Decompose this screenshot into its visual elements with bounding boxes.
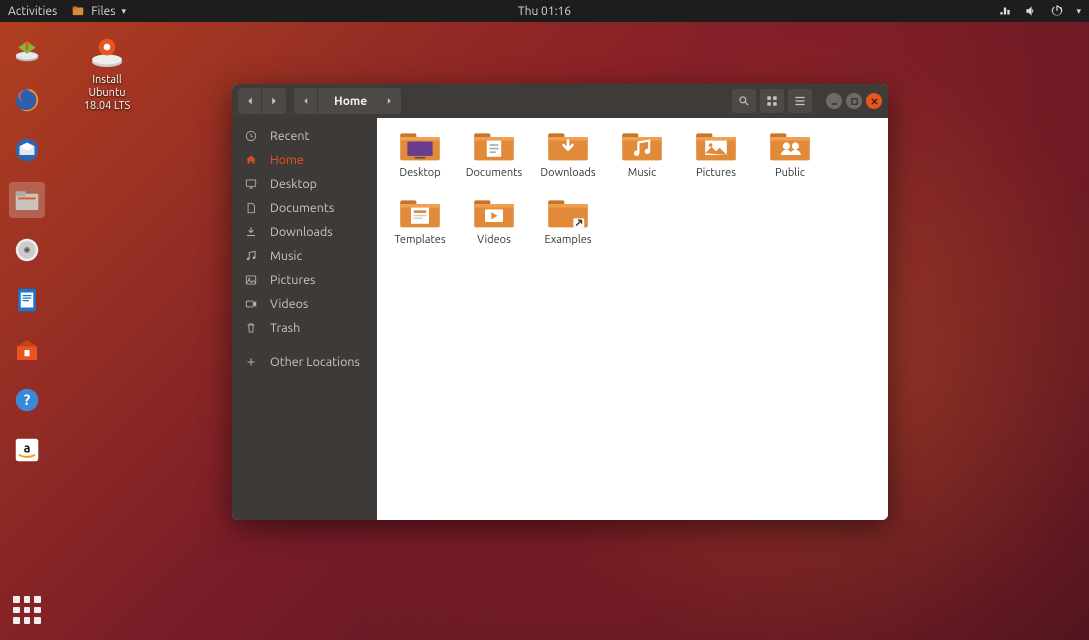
folder-content-pane[interactable]: Desktop Documents Downloads Music Pictures Pu… (377, 118, 888, 520)
hamburger-menu-button[interactable] (788, 89, 812, 113)
svg-text:a: a (24, 442, 31, 456)
desktop-icon-install-ubuntu[interactable]: Install Ubuntu 18.04 LTS (76, 32, 138, 114)
folder-downloads[interactable]: Downloads (541, 128, 595, 179)
dock-writer-icon[interactable] (9, 282, 45, 318)
folder-icon (398, 195, 442, 231)
sidebar-item-music[interactable]: Music (232, 244, 377, 268)
video-icon (244, 297, 258, 311)
activities-button[interactable]: Activities (8, 5, 57, 18)
doc-icon (244, 201, 258, 215)
folder-icon (546, 128, 590, 164)
folder-icon (620, 128, 664, 164)
sidebar-item-desktop[interactable]: Desktop (232, 172, 377, 196)
window-titlebar[interactable]: Home (232, 84, 888, 118)
top-bar: Activities Files ▾ Thu 01:16 ▾ (0, 0, 1089, 22)
sidebar-item-home[interactable]: Home (232, 148, 377, 172)
nav-forward-button[interactable] (262, 89, 286, 113)
dock-firefox-icon[interactable] (9, 82, 45, 118)
sidebar-item-pictures[interactable]: Pictures (232, 268, 377, 292)
folder-videos[interactable]: Videos (467, 195, 521, 246)
window-close-button[interactable] (866, 93, 882, 109)
sidebar-item-downloads[interactable]: Downloads (232, 220, 377, 244)
svg-text:?: ? (24, 391, 31, 408)
down-icon (244, 225, 258, 239)
folder-documents[interactable]: Documents (467, 128, 521, 179)
trash-icon (244, 321, 258, 335)
sidebar-item-recent[interactable]: Recent (232, 124, 377, 148)
dock-amazon-icon[interactable]: a (9, 432, 45, 468)
path-segment-home[interactable]: Home (318, 95, 377, 108)
pic-icon (244, 273, 258, 287)
dock-files-icon[interactable] (9, 182, 45, 218)
system-menu-chevron-icon[interactable]: ▾ (1076, 6, 1081, 17)
path-more-icon[interactable] (377, 89, 401, 113)
folder-public[interactable]: Public (763, 128, 817, 179)
clock[interactable]: Thu 01:16 (518, 5, 571, 18)
window-maximize-button[interactable] (846, 93, 862, 109)
folder-icon (398, 128, 442, 164)
sidebar-item-other-locations[interactable]: Other Locations (232, 350, 377, 374)
folder-pictures[interactable]: Pictures (689, 128, 743, 179)
chevron-down-icon: ▾ (121, 6, 126, 17)
folder-icon (472, 195, 516, 231)
clock-icon (244, 129, 258, 143)
dock-thunderbird-icon[interactable] (9, 132, 45, 168)
files-window: Home RecentHomeDesktopDocumentsDownloads… (232, 84, 888, 520)
folder-icon (768, 128, 812, 164)
sidebar-item-videos[interactable]: Videos (232, 292, 377, 316)
dock-rhythmbox-icon[interactable] (9, 232, 45, 268)
search-button[interactable] (732, 89, 756, 113)
dock-software-icon[interactable] (9, 332, 45, 368)
appmenu-files[interactable]: Files ▾ (71, 4, 126, 18)
network-icon[interactable] (998, 4, 1012, 18)
files-menu-icon (71, 4, 85, 18)
folder-examples[interactable]: Examples (541, 195, 595, 246)
show-applications-button[interactable] (9, 592, 45, 628)
home-icon (244, 153, 258, 167)
window-minimize-button[interactable] (826, 93, 842, 109)
sidebar-item-documents[interactable]: Documents (232, 196, 377, 220)
folder-icon (546, 195, 590, 231)
folder-icon (472, 128, 516, 164)
folder-templates[interactable]: Templates (393, 195, 447, 246)
view-toggle-button[interactable] (760, 89, 784, 113)
volume-icon[interactable] (1024, 4, 1038, 18)
dock-drive-icon[interactable] (9, 32, 45, 68)
power-icon[interactable] (1050, 4, 1064, 18)
nav-back-button[interactable] (238, 89, 262, 113)
sidebar-item-trash[interactable]: Trash (232, 316, 377, 340)
launcher-dock: ? a (0, 22, 54, 640)
dock-help-icon[interactable]: ? (9, 382, 45, 418)
plus-icon (244, 355, 258, 369)
folder-desktop[interactable]: Desktop (393, 128, 447, 179)
path-up-icon[interactable] (294, 89, 318, 113)
folder-icon (694, 128, 738, 164)
desktop-icon (244, 177, 258, 191)
folder-music[interactable]: Music (615, 128, 669, 179)
music-icon (244, 249, 258, 263)
places-sidebar: RecentHomeDesktopDocumentsDownloadsMusic… (232, 118, 377, 520)
